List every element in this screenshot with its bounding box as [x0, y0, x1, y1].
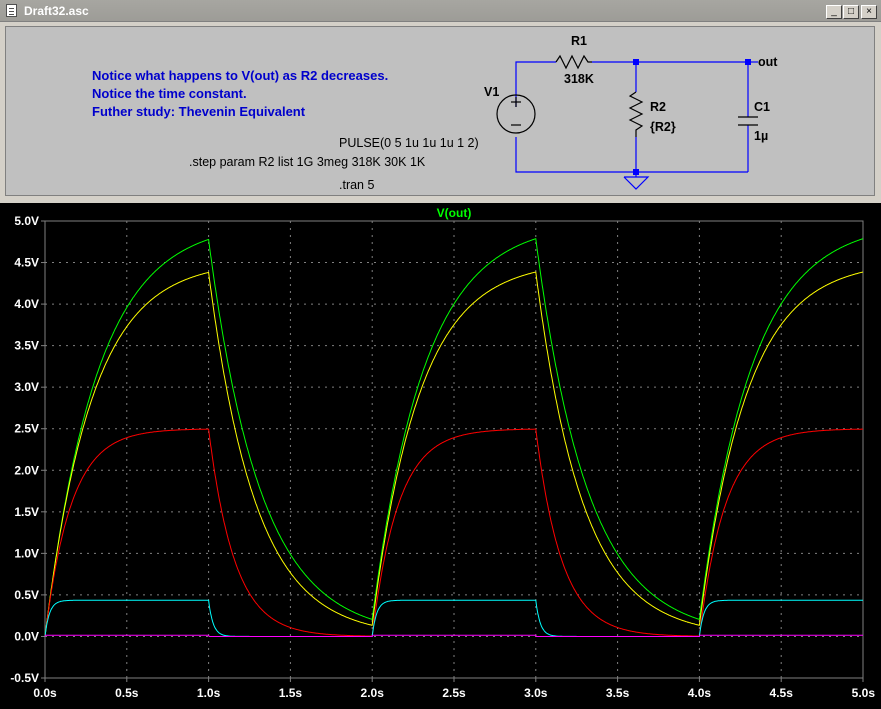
- note-line: Notice what happens to V(out) as R2 decr…: [92, 68, 388, 83]
- x-tick-label: 3.5s: [606, 686, 630, 700]
- waveform-pane[interactable]: -0.5V 0.0V 0.5V 1.0V 1.5V 2.0V 2.5V 3.0V 3.5V 4.0…: [0, 203, 881, 709]
- y-tick-label: 4.5V: [14, 256, 39, 270]
- x-tick-label: 1.5s: [279, 686, 303, 700]
- r2-name: R2: [650, 100, 666, 114]
- close-button[interactable]: ×: [861, 5, 877, 19]
- r2-value: {R2}: [650, 120, 676, 134]
- note-line: Futher study: Thevenin Equivalent: [92, 104, 306, 119]
- y-tick-label: 1.5V: [14, 505, 39, 519]
- x-tick-label: 5.0s: [852, 686, 876, 700]
- schematic-canvas[interactable]: Notice what happens to V(out) as R2 decr…: [6, 27, 874, 195]
- waveform-canvas[interactable]: -0.5V 0.0V 0.5V 1.0V 1.5V 2.0V 2.5V 3.0V 3.5V 4.0…: [0, 203, 881, 709]
- y-axis-ticks: -0.5V 0.0V 0.5V 1.0V 1.5V 2.0V 2.5V 3.0V 3.5V 4.0…: [10, 214, 45, 685]
- x-tick-label: 1.0s: [197, 686, 221, 700]
- x-tick-label: 3.0s: [524, 686, 548, 700]
- step-directive[interactable]: .step param R2 list 1G 3meg 318K 30K 1K: [189, 155, 426, 169]
- ground-symbol[interactable]: [623, 176, 650, 190]
- source-spec[interactable]: PULSE(0 5 1u 1u 1u 1 2): [339, 136, 479, 150]
- y-tick-label: 2.0V: [14, 463, 39, 477]
- y-tick-label: 0.0V: [14, 629, 39, 643]
- x-tick-label: 0.0s: [33, 686, 57, 700]
- y-tick-label: 4.0V: [14, 297, 39, 311]
- schematic-pane[interactable]: Notice what happens to V(out) as R2 decr…: [5, 26, 875, 196]
- voltage-source-v1-symbol[interactable]: [496, 94, 536, 134]
- minimize-button[interactable]: _: [826, 5, 842, 19]
- y-tick-label: 0.5V: [14, 588, 39, 602]
- c1-name: C1: [754, 100, 770, 114]
- c1-value: 1µ: [754, 129, 768, 143]
- x-axis-ticks: 0.0s 0.5s 1.0s 1.5s 2.0s 2.5s 3.0s 3.5s 4.0s 4.5s…: [33, 678, 875, 700]
- y-tick-label: -0.5V: [10, 671, 39, 685]
- note-line: Notice the time constant.: [92, 86, 247, 101]
- x-tick-label: 4.5s: [770, 686, 794, 700]
- r1-name: R1: [571, 34, 587, 48]
- x-tick-label: 4.0s: [688, 686, 712, 700]
- trace-label[interactable]: V(out): [437, 206, 472, 220]
- y-tick-label: 5.0V: [14, 214, 39, 228]
- r1-value: 318K: [564, 72, 594, 86]
- x-tick-label: 2.0s: [361, 686, 385, 700]
- resistor-r1-symbol[interactable]: [555, 54, 592, 70]
- y-tick-label: 3.5V: [14, 339, 39, 353]
- title-bar: Draft32.asc _ □ ×: [0, 0, 881, 22]
- y-tick-label: 3.0V: [14, 380, 39, 394]
- x-tick-label: 2.5s: [442, 686, 466, 700]
- tran-directive[interactable]: .tran 5: [339, 178, 374, 192]
- net-label-out: out: [758, 55, 778, 69]
- maximize-button[interactable]: □: [843, 5, 859, 19]
- v1-name: V1: [484, 85, 499, 99]
- resistor-r2-symbol[interactable]: [628, 91, 644, 137]
- plot-frame: [44, 220, 864, 679]
- window-title: Draft32.asc: [24, 4, 89, 18]
- y-tick-label: 2.5V: [14, 422, 39, 436]
- wires: [515, 61, 758, 177]
- document-icon: [6, 4, 17, 17]
- junctions: [633, 59, 751, 175]
- capacitor-c1-symbol[interactable]: [738, 116, 758, 126]
- x-tick-label: 0.5s: [115, 686, 139, 700]
- y-tick-label: 1.0V: [14, 546, 39, 560]
